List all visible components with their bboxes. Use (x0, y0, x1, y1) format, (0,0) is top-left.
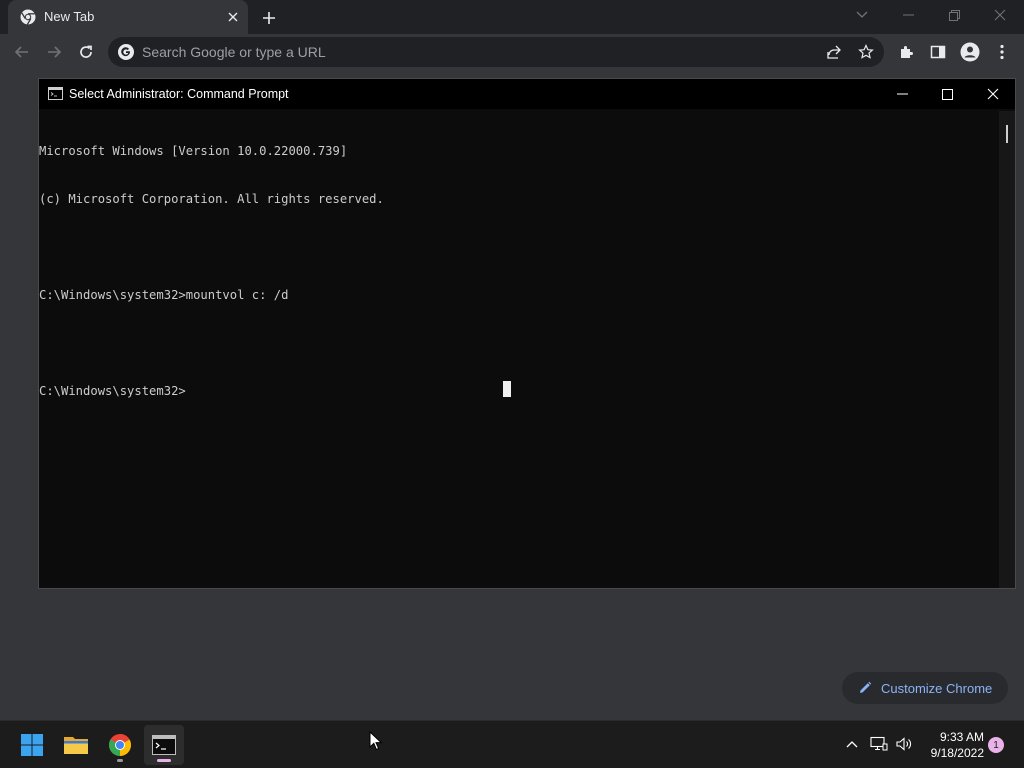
clock-time: 9:33 AM (939, 730, 984, 744)
windows-start-icon (21, 734, 43, 756)
tab-title: New Tab (44, 9, 95, 24)
console-output[interactable]: Microsoft Windows [Version 10.0.22000.73… (39, 111, 997, 588)
cmd-maximize-button[interactable] (924, 79, 970, 109)
browser-minimize-button[interactable] (894, 4, 922, 26)
mouse-pointer-icon (369, 731, 383, 751)
browser-toolbar: Search Google or type a URL (0, 34, 1024, 70)
cmd-scrollbar[interactable] (999, 111, 1015, 588)
console-line: (c) Microsoft Corporation. All rights re… (39, 192, 384, 206)
show-hidden-icons-button[interactable] (841, 733, 863, 755)
taskbar: 9:33 AM 9/18/2022 1 (0, 720, 1024, 768)
active-indicator (157, 759, 171, 762)
cmd-minimize-button[interactable] (879, 79, 925, 109)
chrome-icon (20, 9, 36, 25)
tab-search-icon[interactable] (848, 4, 876, 26)
clock-date: 9/18/2022 (930, 746, 984, 760)
profile-icon[interactable] (957, 39, 983, 65)
close-tab-icon[interactable] (224, 8, 242, 26)
start-button[interactable] (12, 725, 52, 765)
command-prompt-icon (152, 735, 176, 755)
running-indicator (117, 759, 123, 762)
console-line: C:\Windows\system32>mountvol c: /d (39, 288, 289, 302)
taskbar-command-prompt[interactable] (144, 725, 184, 765)
forward-button[interactable] (41, 39, 67, 65)
new-tab-button[interactable] (258, 7, 280, 29)
scrollbar-thumb[interactable] (1006, 125, 1008, 143)
file-explorer-icon (64, 737, 88, 754)
console-prompt-line: C:\Windows\system32> (39, 384, 186, 398)
taskbar-file-explorer[interactable] (56, 725, 96, 765)
taskbar-clock[interactable]: 9:33 AM 9/18/2022 (918, 729, 984, 761)
pencil-icon (860, 681, 872, 693)
omnibox-placeholder: Search Google or type a URL (142, 44, 326, 60)
cmd-title-bar[interactable]: Select Administrator: Command Prompt (39, 79, 1015, 109)
command-prompt-icon (48, 87, 63, 100)
console-line: Microsoft Windows [Version 10.0.22000.73… (39, 144, 348, 158)
cmd-close-button[interactable] (970, 79, 1016, 109)
omnibox[interactable]: Search Google or type a URL (108, 37, 884, 67)
chrome-menu-icon[interactable] (989, 39, 1015, 65)
extensions-icon[interactable] (893, 39, 919, 65)
tab-strip: New Tab (0, 0, 1024, 34)
back-button[interactable] (9, 39, 35, 65)
browser-restore-button[interactable] (940, 4, 968, 26)
customize-chrome-button[interactable]: Customize Chrome (842, 672, 1008, 704)
side-panel-icon[interactable] (925, 39, 951, 65)
customize-chrome-label: Customize Chrome (881, 681, 993, 696)
network-icon[interactable] (868, 733, 890, 755)
tab-new-tab[interactable]: New Tab (8, 0, 248, 34)
chrome-icon (109, 734, 131, 756)
bookmark-star-icon[interactable] (856, 42, 876, 62)
share-icon[interactable] (824, 42, 844, 62)
google-icon (118, 44, 134, 60)
notification-badge[interactable]: 1 (988, 737, 1004, 753)
cmd-window-title: Select Administrator: Command Prompt (69, 87, 289, 101)
command-prompt-window[interactable]: Select Administrator: Command Prompt Mic… (38, 78, 1016, 589)
reload-button[interactable] (73, 39, 99, 65)
browser-close-button[interactable] (986, 4, 1014, 26)
volume-icon[interactable] (893, 733, 915, 755)
taskbar-chrome[interactable] (100, 725, 140, 765)
text-cursor (503, 381, 511, 397)
